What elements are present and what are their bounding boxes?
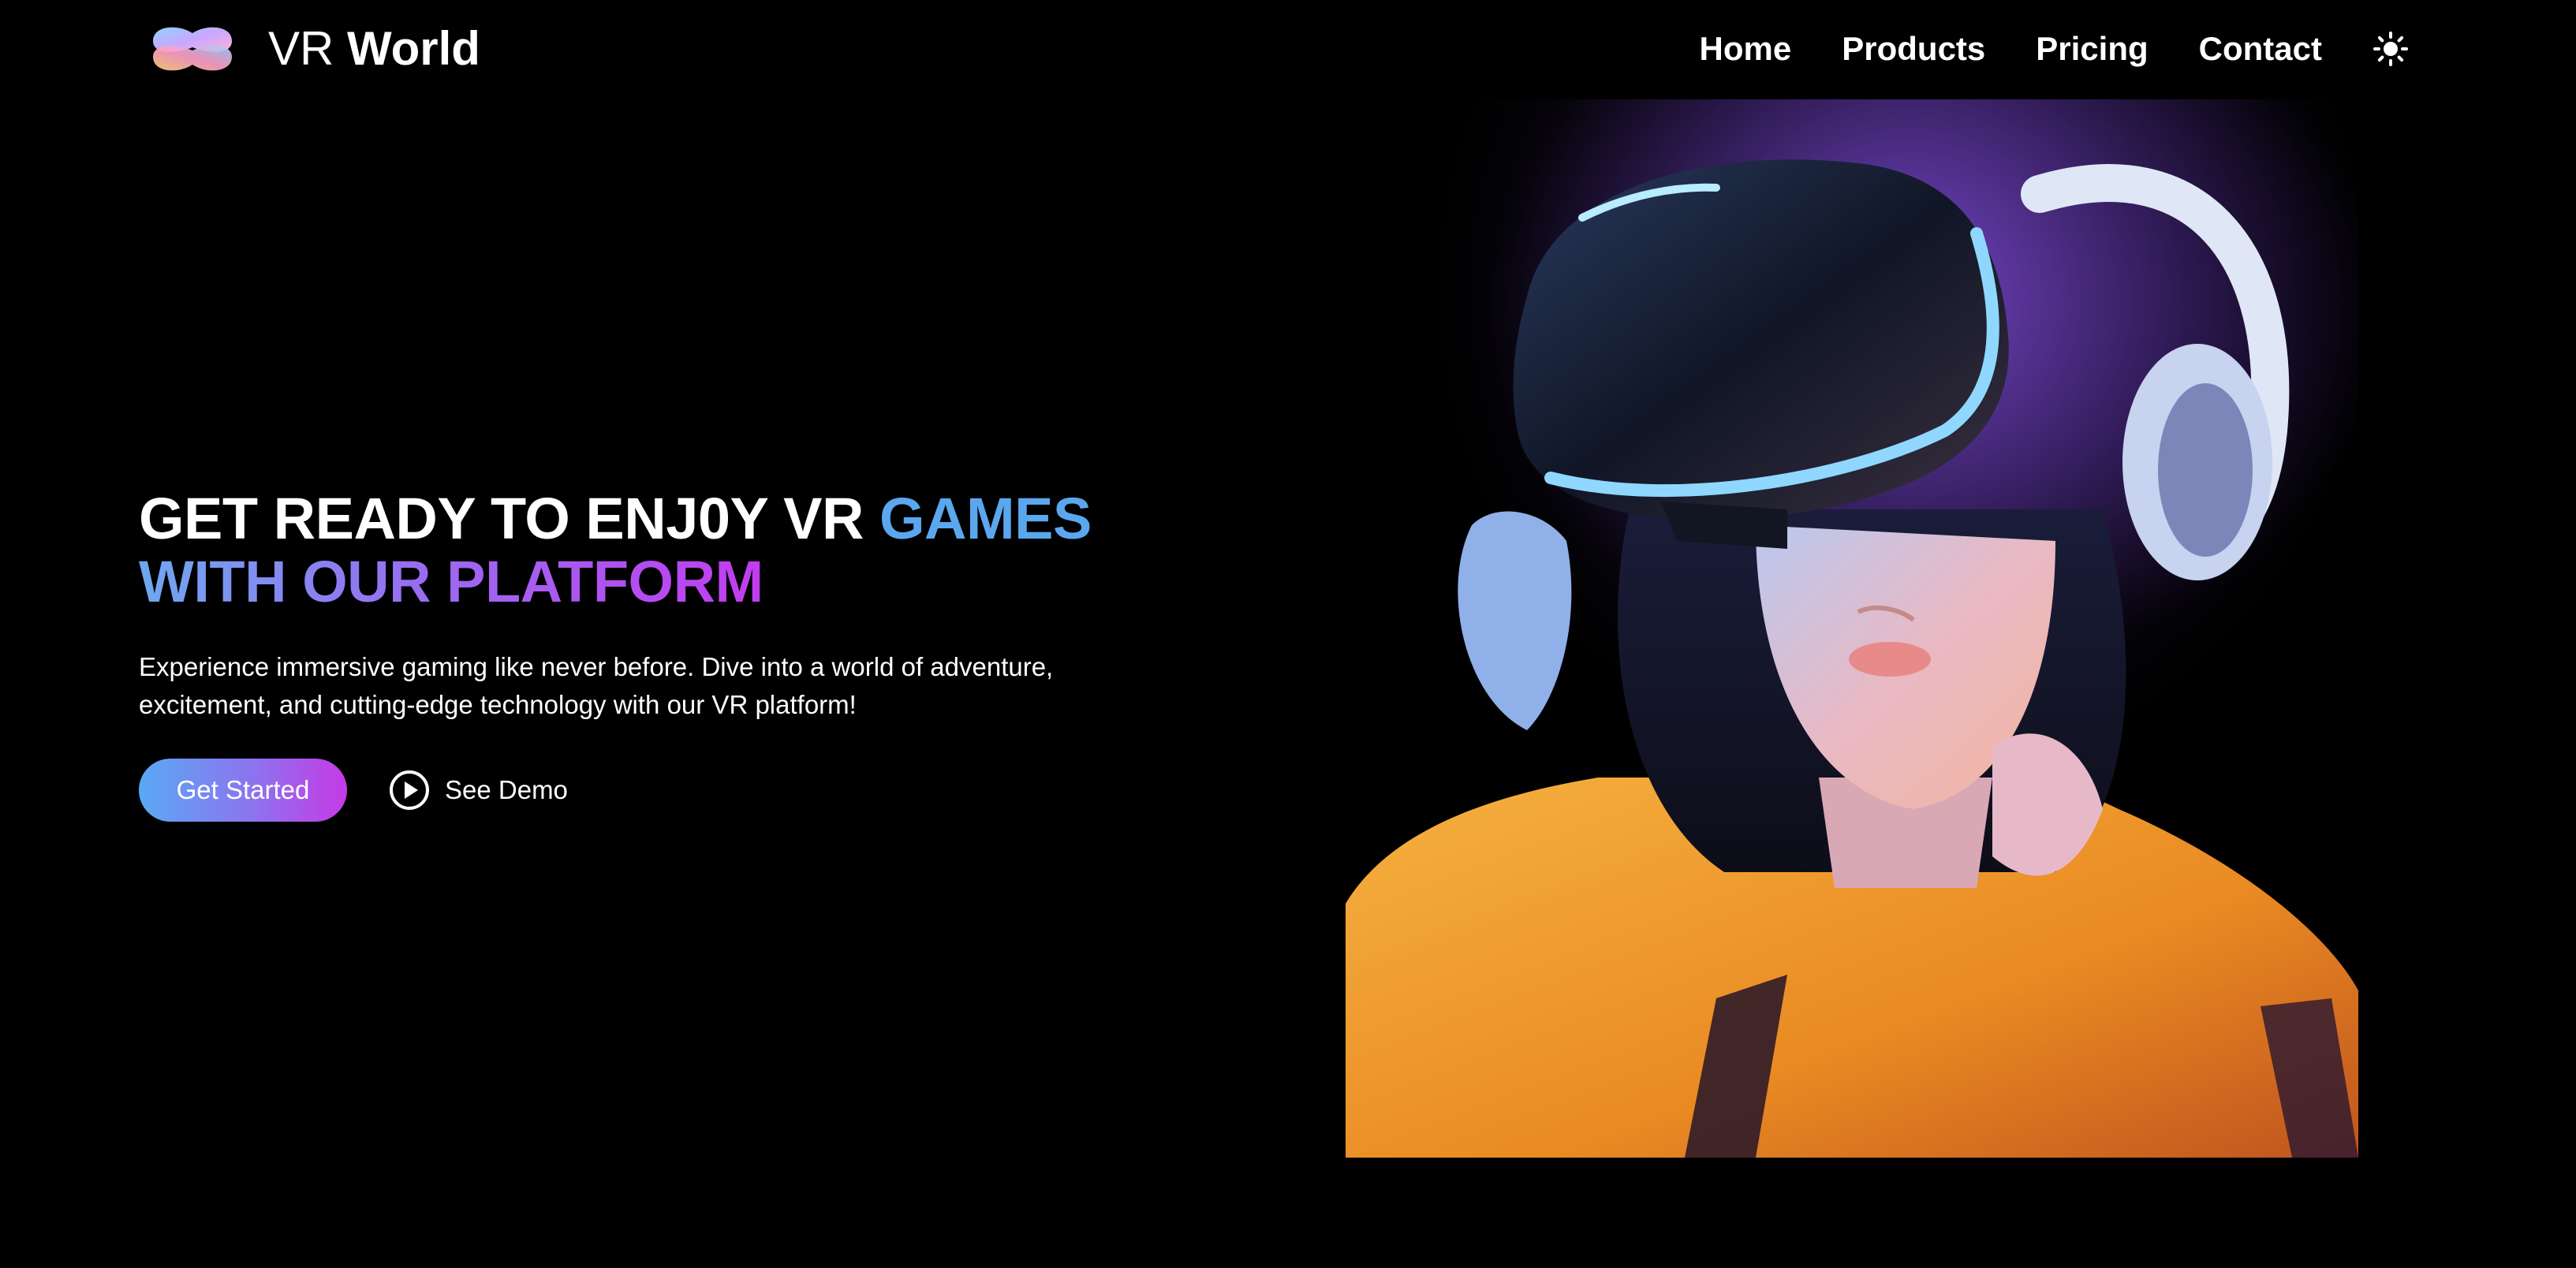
hero-description: Experience immersive gaming like never b… xyxy=(139,652,1054,719)
brand-name: VR World xyxy=(268,17,480,80)
headline-part1: GET READY TO ENJ0Y VR xyxy=(139,486,879,551)
woman-wearing-vr-headset-image xyxy=(1346,99,2358,1158)
main-nav: Home Products Pricing Contact xyxy=(1700,17,2410,80)
cta-row: Get Started See Demo xyxy=(139,759,1243,822)
brand-name-light: VR xyxy=(268,22,334,75)
brand-name-bold: World xyxy=(347,22,480,75)
get-started-button[interactable]: Get Started xyxy=(139,759,347,822)
headline-accent: GAMES xyxy=(879,486,1092,551)
vr-illustration xyxy=(1346,99,2358,1158)
headline-line2: WITH OUR PLATFORM xyxy=(139,549,763,614)
site-header: VR World Home Products Pricing Contact xyxy=(0,0,2576,99)
hero-headline: GET READY TO ENJ0Y VR GAMES WITH OUR PLA… xyxy=(139,487,1243,613)
nav-home[interactable]: Home xyxy=(1700,30,1792,68)
see-demo-label: See Demo xyxy=(445,775,568,804)
hero-content: GET READY TO ENJ0Y VR GAMES WITH OUR PLA… xyxy=(139,487,1243,822)
theme-toggle-button[interactable] xyxy=(2371,29,2410,69)
nav-products[interactable]: Products xyxy=(1842,30,1985,68)
see-demo-button[interactable]: See Demo xyxy=(388,769,568,811)
nav-contact[interactable]: Contact xyxy=(2199,30,2322,68)
brand-logo[interactable]: VR World xyxy=(147,17,480,80)
sun-icon xyxy=(2373,32,2408,66)
play-circle-icon xyxy=(390,770,429,810)
nav-pricing[interactable]: Pricing xyxy=(2036,30,2148,68)
vr-headset-logo-icon xyxy=(153,27,232,71)
